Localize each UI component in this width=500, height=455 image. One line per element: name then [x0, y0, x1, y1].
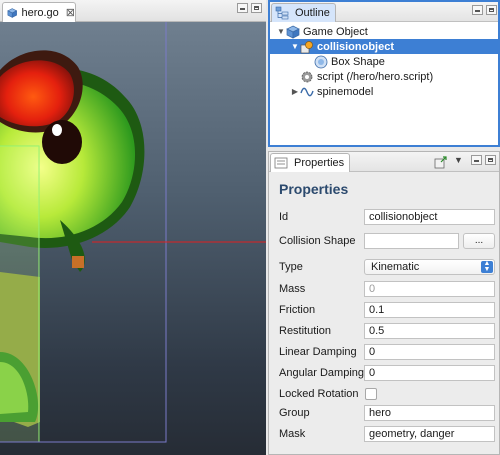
- close-icon[interactable]: ⊠: [66, 6, 75, 19]
- maximize-button[interactable]: [486, 5, 497, 15]
- outline-tab-bar: Outline: [270, 2, 498, 22]
- tree-node-label: Game Object: [303, 25, 368, 38]
- editor-tab-bar: hero.go ⊠: [0, 0, 266, 22]
- minimize-button[interactable]: [237, 3, 248, 13]
- spine-icon: [300, 87, 314, 96]
- property-id: Id collisionobject: [269, 209, 499, 227]
- hero-sprite: [0, 22, 266, 443]
- scene-editor: hero.go ⊠: [0, 0, 266, 455]
- property-linear-damping: Linear Damping 0: [269, 344, 499, 362]
- group-label: Group: [279, 407, 310, 419]
- property-group: Group hero: [269, 405, 499, 423]
- tree-node-spinemodel[interactable]: ▶ spinemodel: [270, 84, 498, 99]
- collapsed-arrow-icon[interactable]: ▶: [290, 87, 300, 96]
- tab-properties[interactable]: Properties: [270, 153, 351, 172]
- property-type: Type Kinematic ▲ ▼: [269, 259, 499, 277]
- restitution-label: Restitution: [279, 325, 331, 337]
- tree-node-box-shape[interactable]: Box Shape: [270, 54, 498, 69]
- gear-icon: [301, 71, 313, 82]
- collision-object-icon: [300, 40, 313, 53]
- editor-window-controls: [237, 3, 262, 13]
- tree-node-label: script (/hero/hero.script): [317, 70, 434, 83]
- expand-arrow-icon[interactable]: ▼: [290, 42, 300, 51]
- property-collision-shape: Collision Shape ...: [269, 233, 499, 251]
- type-label: Type: [279, 261, 303, 273]
- properties-panel: Properties ▼ Properties Id collisionobje…: [268, 151, 500, 455]
- scene-viewport[interactable]: [0, 22, 266, 455]
- shape-icon: [314, 55, 328, 68]
- minimize-button[interactable]: [472, 5, 483, 15]
- tree-node-label: spinemodel: [317, 85, 374, 98]
- linear-damping-label: Linear Damping: [279, 346, 357, 358]
- angular-damping-label: Angular Damping: [279, 367, 364, 379]
- tree-node-game-object[interactable]: ▼ Game Object: [270, 24, 498, 39]
- mask-field[interactable]: geometry, danger: [364, 426, 495, 442]
- tree-node-label: Box Shape: [331, 55, 385, 68]
- cube-icon: [7, 7, 18, 18]
- angular-damping-field[interactable]: 0: [364, 365, 495, 381]
- tab-properties-label: Properties: [294, 157, 345, 169]
- select-arrows-icon: ▲ ▼: [481, 260, 493, 273]
- property-restitution: Restitution 0.5: [269, 323, 499, 341]
- tree-node-collisionobject[interactable]: ▼ collisionobject: [270, 39, 498, 54]
- linear-damping-field[interactable]: 0: [364, 344, 495, 360]
- maximize-button[interactable]: [485, 155, 496, 165]
- tree-node-label: collisionobject: [317, 40, 395, 53]
- properties-heading: Properties: [279, 181, 349, 197]
- locked-rotation-label: Locked Rotation: [279, 388, 359, 400]
- property-angular-damping: Angular Damping 0: [269, 365, 499, 383]
- outline-panel: Outline ▼ Game Object ▼ collisionobject: [268, 0, 500, 147]
- minimize-button[interactable]: [471, 155, 482, 165]
- outline-tree: ▼ Game Object ▼ collisionobject Box Shap…: [270, 22, 498, 99]
- property-locked-rotation: Locked Rotation: [269, 386, 499, 404]
- id-field[interactable]: collisionobject: [364, 209, 495, 225]
- restitution-field[interactable]: 0.5: [364, 323, 495, 339]
- property-friction: Friction 0.1: [269, 302, 499, 320]
- friction-field[interactable]: 0.1: [364, 302, 495, 318]
- pin-icon[interactable]: [434, 155, 448, 169]
- mass-label: Mass: [279, 283, 306, 295]
- friction-label: Friction: [279, 304, 316, 316]
- maximize-button[interactable]: [251, 3, 262, 13]
- tab-hero-go[interactable]: hero.go ⊠: [2, 2, 76, 22]
- view-menu-icon[interactable]: ▼: [454, 155, 463, 165]
- property-mask: Mask geometry, danger: [269, 426, 499, 444]
- outline-window-controls: [472, 5, 497, 15]
- properties-icon: [274, 157, 288, 169]
- type-value: Kinematic: [371, 261, 420, 273]
- type-select[interactable]: Kinematic ▲ ▼: [364, 259, 495, 275]
- id-label: Id: [279, 211, 289, 223]
- locked-rotation-checkbox[interactable]: [365, 388, 377, 400]
- properties-tab-bar: Properties ▼: [269, 152, 499, 172]
- tab-outline[interactable]: Outline: [271, 3, 336, 22]
- expand-arrow-icon[interactable]: ▼: [276, 27, 286, 36]
- collision-shape-label: Collision Shape: [279, 235, 356, 247]
- browse-button[interactable]: ...: [463, 233, 495, 249]
- outline-icon: [275, 6, 289, 20]
- tab-outline-label: Outline: [295, 7, 330, 19]
- property-mass: Mass 0: [269, 281, 499, 299]
- cube-icon: [286, 25, 300, 39]
- mask-label: Mask: [279, 428, 306, 440]
- tab-label: hero.go: [21, 6, 59, 19]
- mass-field[interactable]: 0: [364, 281, 495, 297]
- group-field[interactable]: hero: [364, 405, 495, 421]
- collision-shape-field[interactable]: [364, 233, 459, 249]
- tree-node-script[interactable]: script (/hero/hero.script): [270, 69, 498, 84]
- properties-window-controls: [471, 155, 496, 165]
